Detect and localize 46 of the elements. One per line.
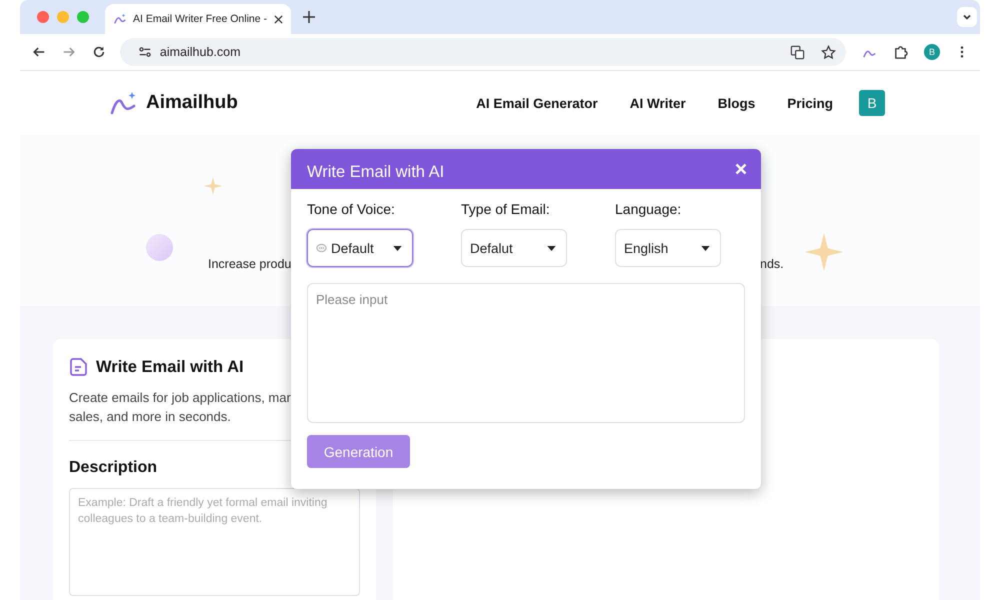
caret-icon bbox=[701, 246, 710, 250]
decorative-circle bbox=[146, 234, 173, 261]
sparkle-icon bbox=[805, 233, 843, 271]
field-label: Tone of Voice: bbox=[307, 201, 396, 217]
dialog-title: Write Email with AI bbox=[307, 162, 444, 182]
address-bar[interactable]: aimailhub.com bbox=[120, 38, 846, 66]
site-settings-icon[interactable] bbox=[138, 45, 152, 59]
more-menu-icon[interactable] bbox=[960, 45, 964, 59]
forward-icon[interactable] bbox=[62, 45, 76, 59]
close-tab-icon[interactable] bbox=[274, 14, 283, 24]
new-tab-icon[interactable] bbox=[303, 11, 315, 23]
hero-subtitle: nds. bbox=[760, 257, 784, 271]
logo-icon bbox=[110, 91, 138, 115]
hero-subtitle: Increase produ bbox=[208, 257, 292, 271]
sparkle-icon bbox=[204, 177, 222, 195]
field-label: Type of Email: bbox=[461, 201, 551, 217]
reload-icon[interactable] bbox=[92, 45, 106, 59]
caret-icon bbox=[393, 246, 402, 250]
nav-link[interactable]: AI Email Generator bbox=[476, 96, 598, 110]
back-icon[interactable] bbox=[32, 45, 46, 59]
nav-link[interactable]: Pricing bbox=[787, 96, 833, 110]
nav-link[interactable]: AI Writer bbox=[630, 96, 686, 110]
profile-avatar[interactable]: B bbox=[924, 44, 940, 60]
tab-list-icon[interactable] bbox=[957, 7, 977, 27]
section-title: Description bbox=[69, 459, 158, 477]
translate-icon[interactable] bbox=[790, 44, 806, 60]
card-title: Write Email with AI bbox=[96, 358, 244, 376]
speech-bubble-icon bbox=[316, 242, 327, 254]
dropdown[interactable]: English bbox=[615, 229, 721, 267]
caret-icon bbox=[547, 246, 556, 250]
dropdown[interactable]: Default bbox=[307, 229, 413, 267]
field-label: Language: bbox=[615, 201, 682, 217]
bookmark-star-icon[interactable] bbox=[821, 44, 836, 60]
nav-link[interactable]: Blogs bbox=[718, 96, 756, 110]
close-icon[interactable] bbox=[735, 163, 747, 175]
card-description: sales, and more in seconds. bbox=[69, 408, 232, 426]
browser-tab[interactable]: AI Email Writer Free Online - bbox=[105, 4, 291, 34]
site-logo[interactable]: Aimailhub bbox=[146, 92, 238, 114]
extensions-puzzle-icon[interactable] bbox=[893, 44, 908, 60]
user-avatar[interactable]: B bbox=[859, 90, 885, 116]
description-field[interactable]: Example: Draft a friendly yet formal email inviting colleagues to a team-building event. bbox=[69, 488, 360, 596]
document-icon bbox=[69, 357, 89, 377]
prompt-field[interactable]: Please input bbox=[307, 283, 745, 423]
dropdown[interactable]: Defalut bbox=[461, 229, 567, 267]
card-description: Create emails for job applications, mar bbox=[69, 389, 292, 407]
favicon-icon bbox=[113, 12, 127, 26]
